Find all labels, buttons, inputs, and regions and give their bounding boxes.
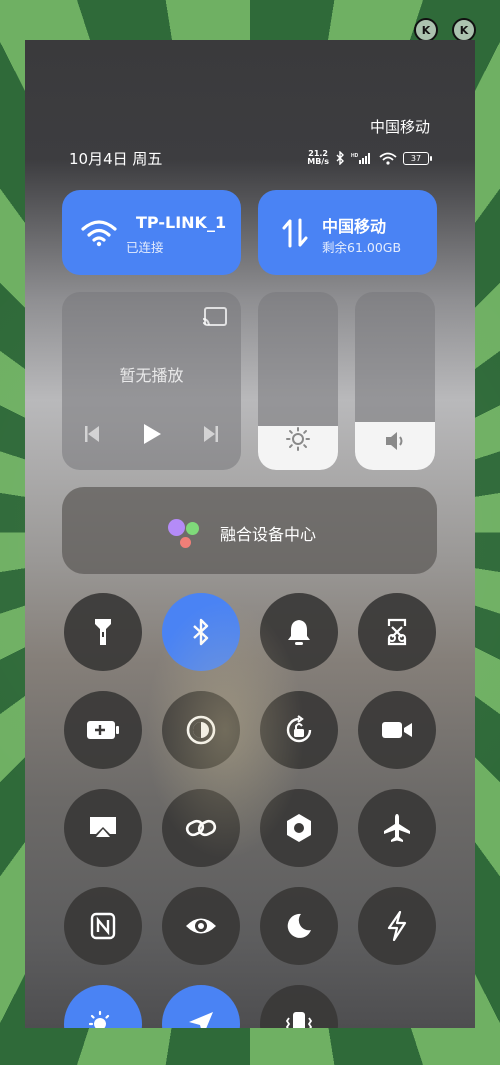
mobile-data-tile[interactable]: 中国移动 剩余61.00GB xyxy=(258,190,437,275)
airplane-mode-toggle[interactable] xyxy=(358,789,436,867)
screen-record-toggle[interactable] xyxy=(358,691,436,769)
device-hub-label: 融合设备中心 xyxy=(220,525,317,544)
power-saving-toggle[interactable] xyxy=(358,887,436,965)
rotation-lock-toggle[interactable] xyxy=(260,691,338,769)
cast-icon[interactable] xyxy=(202,306,228,328)
nfc-icon xyxy=(90,912,116,940)
brightness-slider[interactable] xyxy=(258,292,338,470)
wifi-network-name: TP-LINK_1 xyxy=(136,213,227,232)
screen-cast-icon xyxy=(90,817,116,837)
control-center-panel: 中国移动 10月4日 周五 21.2 MB/s HD 37 TP-LINK_1 … xyxy=(25,40,475,1028)
vibrate-toggle[interactable] xyxy=(260,985,338,1028)
eye-comfort-icon xyxy=(186,918,216,934)
dnd-moon-icon xyxy=(287,913,311,938)
status-icons: 21.2 MB/s HD 37 xyxy=(307,149,432,166)
screen-cast-toggle[interactable] xyxy=(64,789,142,867)
bell-icon xyxy=(288,620,310,645)
wifi-tile[interactable]: TP-LINK_1 已连接 xyxy=(62,190,241,275)
media-controls xyxy=(84,422,219,446)
device-hub-tile[interactable]: 融合设备中心 xyxy=(62,487,437,574)
play-icon[interactable] xyxy=(141,422,163,446)
wifi-icon xyxy=(80,216,118,250)
flashlight-toggle[interactable] xyxy=(64,593,142,671)
auto-brightness-toggle[interactable]: A xyxy=(64,985,142,1028)
screen-record-icon xyxy=(382,722,412,738)
bluetooth-icon xyxy=(193,618,209,646)
mobile-data-remaining: 剩余61.00GB xyxy=(322,240,402,255)
airplane-icon xyxy=(384,814,410,842)
volume-slider[interactable] xyxy=(355,292,435,470)
date-label: 10月4日 周五 xyxy=(69,149,163,168)
svg-text:A: A xyxy=(107,1027,115,1028)
screenshot-toggle[interactable] xyxy=(358,593,436,671)
k-badge-icon: K xyxy=(452,18,476,42)
bluetooth-status-icon xyxy=(336,151,344,165)
settings-toggle[interactable] xyxy=(260,789,338,867)
location-icon xyxy=(189,1012,213,1028)
link-icon xyxy=(185,819,217,837)
brightness-icon xyxy=(258,426,338,452)
network-speed: 21.2 MB/s xyxy=(307,149,329,166)
wifi-status-icon xyxy=(379,152,397,165)
svg-text:HD: HD xyxy=(351,153,359,159)
corner-badges: K K xyxy=(414,18,476,42)
link-toggle[interactable] xyxy=(162,789,240,867)
battery-saver-icon xyxy=(87,721,119,739)
do-not-disturb-toggle[interactable] xyxy=(260,887,338,965)
nfc-toggle[interactable] xyxy=(64,887,142,965)
carrier-label: 中国移动 xyxy=(369,118,430,136)
previous-track-icon[interactable] xyxy=(84,425,100,443)
wifi-status: 已连接 xyxy=(126,240,164,255)
signal-icon: HD xyxy=(351,153,370,164)
volume-icon xyxy=(355,430,435,452)
media-player-tile[interactable]: 暂无播放 xyxy=(62,292,241,470)
vibrate-icon xyxy=(285,1012,313,1028)
device-hub-content: 融合设备中心 xyxy=(166,515,316,551)
dark-mode-toggle[interactable] xyxy=(162,691,240,769)
mobile-data-icon xyxy=(276,216,314,250)
screenshot-icon xyxy=(387,618,407,646)
mobile-carrier-name: 中国移动 xyxy=(322,217,387,236)
dark-mode-icon xyxy=(186,715,216,745)
status-bar: 10月4日 周五 21.2 MB/s HD 37 xyxy=(69,148,432,168)
flashlight-icon xyxy=(95,619,111,645)
ringer-toggle[interactable] xyxy=(260,593,338,671)
rotation-lock-icon xyxy=(286,715,312,743)
settings-hex-icon xyxy=(287,814,311,842)
next-track-icon[interactable] xyxy=(203,425,219,443)
battery-icon: 37 xyxy=(403,151,432,165)
media-status: 暂无播放 xyxy=(119,366,184,385)
k-badge-icon: K xyxy=(414,18,438,42)
location-toggle[interactable] xyxy=(162,985,240,1028)
power-saving-icon xyxy=(387,911,407,941)
battery-saver-toggle[interactable] xyxy=(64,691,142,769)
device-hub-logo-icon xyxy=(166,515,206,551)
auto-brightness-icon: A xyxy=(88,1010,115,1028)
eye-comfort-toggle[interactable] xyxy=(162,887,240,965)
bluetooth-toggle[interactable] xyxy=(162,593,240,671)
